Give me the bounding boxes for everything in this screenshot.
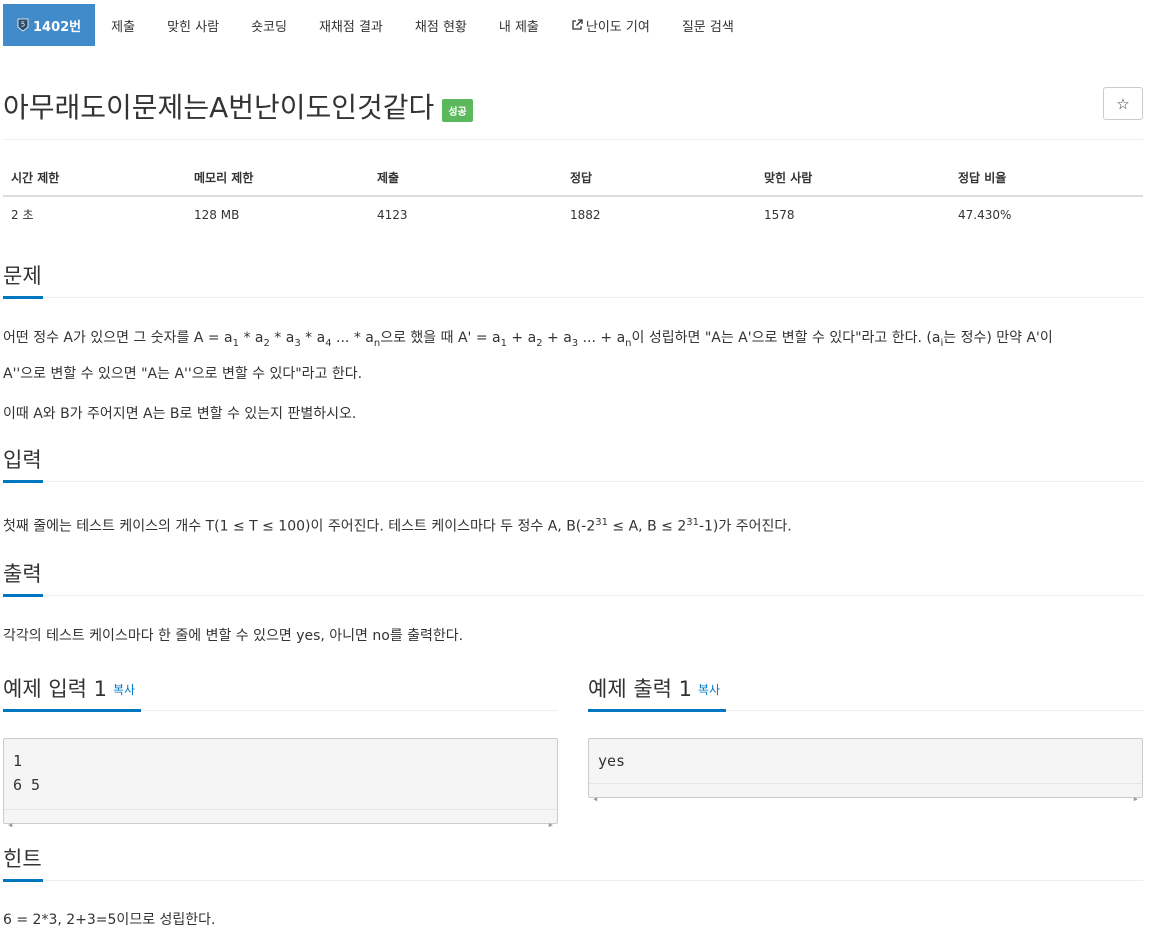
sample-output-box[interactable]: yes ◀ ▶ — [588, 738, 1143, 803]
hint-section-header: 힌트 — [3, 843, 1143, 882]
scroll-right-arrow-icon: ▶ — [1133, 795, 1138, 803]
section-underline — [3, 709, 141, 712]
output-description: 각각의 테스트 케이스마다 한 줄에 변할 수 있으면 yes, 아니면 no를… — [3, 596, 1143, 651]
info-header-submissions: 제출 — [369, 160, 562, 197]
section-underline — [3, 296, 43, 299]
section-underline — [588, 709, 726, 712]
section-underline — [3, 594, 43, 597]
info-header-solved-users: 맞힌 사람 — [756, 160, 950, 197]
problem-section: 문제 어떤 정수 A가 있으면 그 숫자를 A = a1 * a2 * a3 *… — [3, 260, 1143, 429]
favorite-star-button[interactable]: ☆ — [1103, 87, 1143, 120]
tab-solved-users-label: 맞힌 사람 — [167, 19, 220, 35]
sample-input-box[interactable]: 1 6 5 ◀ ▶ — [3, 738, 558, 829]
tab-rejudge-result[interactable]: 재채점 결과 — [303, 4, 399, 46]
tab-difficulty-contribution[interactable]: 난이도 기여 — [555, 4, 666, 46]
problem-title: 아무래도이문제는A번난이도인것같다 — [3, 91, 435, 124]
result-badge: 성공 — [442, 98, 473, 122]
info-header-accept-ratio: 정답 비율 — [950, 160, 1143, 197]
star-icon: ☆ — [1116, 94, 1130, 113]
tab-question-search-label: 질문 검색 — [681, 19, 734, 35]
tab-my-submissions-label: 내 제출 — [498, 19, 539, 35]
problem-section-title: 문제 — [3, 264, 42, 288]
input-section-title: 입력 — [3, 448, 42, 472]
problem-section-header: 문제 — [3, 260, 1143, 299]
tab-judge-status-label: 채점 현황 — [414, 19, 467, 35]
statement-paragraph-1: 어떤 정수 A가 있으면 그 숫자를 A = a1 * a2 * a3 * a4… — [3, 330, 1053, 382]
sample-input-text: 1 6 5 — [13, 752, 41, 794]
section-underline — [3, 879, 43, 882]
tab-solved-users[interactable]: 맞힌 사람 — [151, 4, 235, 46]
external-link-icon — [571, 19, 583, 31]
info-submissions: 4123 — [377, 207, 408, 222]
info-time-limit: 2 초 — [11, 208, 34, 222]
tab-problem[interactable]: 5 1402번 — [3, 4, 96, 46]
sample-input-title: 예제 입력 1 복사 — [3, 677, 136, 701]
info-memory-limit: 128 MB — [194, 207, 240, 222]
sample-input-header: 예제 입력 1 복사 — [3, 673, 558, 712]
sample-output-title: 예제 출력 1 복사 — [588, 677, 721, 701]
hint-description: 6 = 2*3, 2+3=5이므로 성립한다. — [3, 881, 1143, 935]
input-section: 입력 첫째 줄에는 테스트 케이스의 개수 T(1 ≤ T ≤ 100)이 주어… — [3, 444, 1143, 542]
horizontal-scrollbar[interactable]: ◀ ▶ — [589, 783, 1142, 803]
input-paragraph: 첫째 줄에는 테스트 케이스의 개수 T(1 ≤ T ≤ 100)이 주어진다.… — [3, 517, 792, 535]
scroll-left-arrow-icon: ◀ — [593, 795, 598, 803]
problem-tabs: 5 1402번 제출 맞힌 사람 숏코딩 재채점 결과 채점 현황 내 제출 난… — [3, 4, 750, 46]
info-header-row: 시간 제한 메모리 제한 제출 정답 맞힌 사람 정답 비율 — [3, 160, 1143, 197]
horizontal-scrollbar[interactable]: ◀ ▶ — [4, 809, 557, 829]
statement-paragraph-2: 이때 A와 B가 주어지면 A는 B로 변할 수 있는지 판별하시오. — [3, 405, 357, 422]
tab-submit[interactable]: 제출 — [95, 4, 151, 46]
info-solved-users: 1578 — [764, 207, 795, 222]
problem-header: 아무래도이문제는A번난이도인것같다 성공 ☆ — [3, 84, 1143, 140]
hint-section: 힌트 6 = 2*3, 2+3=5이므로 성립한다. — [3, 843, 1143, 935]
tier-badge-icon: 5 — [17, 18, 29, 32]
sample-output-text: yes — [598, 752, 626, 770]
tab-short-coding[interactable]: 숏코딩 — [235, 4, 303, 46]
info-header-time-limit: 시간 제한 — [3, 160, 186, 197]
output-paragraph: 각각의 테스트 케이스마다 한 줄에 변할 수 있으면 yes, 아니면 no를… — [3, 628, 464, 644]
tab-question-search[interactable]: 질문 검색 — [666, 4, 750, 46]
hint-paragraph: 6 = 2*3, 2+3=5이므로 성립한다. — [3, 912, 216, 928]
output-section-header: 출력 — [3, 558, 1143, 597]
problem-description: 어떤 정수 A가 있으면 그 숫자를 A = a1 * a2 * a3 * a4… — [3, 298, 1143, 429]
tab-my-submissions[interactable]: 내 제출 — [483, 4, 555, 46]
tab-rejudge-result-label: 재채점 결과 — [318, 19, 383, 35]
input-description: 첫째 줄에는 테스트 케이스의 개수 T(1 ≤ T ≤ 100)이 주어진다.… — [3, 482, 1143, 542]
info-value-row: 2 초 128 MB 4123 1882 1578 47.430% — [3, 196, 1143, 232]
output-section-title: 출력 — [3, 562, 42, 586]
tab-difficulty-contribution-label: 난이도 기여 — [585, 19, 650, 35]
info-accept-ratio: 47.430% — [958, 207, 1012, 222]
tab-problem-label: 1402번 — [33, 19, 82, 35]
scroll-left-arrow-icon: ◀ — [8, 821, 13, 829]
tab-short-coding-label: 숏코딩 — [251, 19, 287, 35]
input-section-header: 입력 — [3, 444, 1143, 483]
sample-input-copy-button[interactable]: 복사 — [113, 683, 135, 697]
sample-input-section: 예제 입력 1 복사 1 6 5 ◀ ▶ — [3, 673, 558, 829]
scroll-right-arrow-icon: ▶ — [548, 821, 553, 829]
info-header-memory-limit: 메모리 제한 — [186, 160, 369, 197]
problem-info-table: 시간 제한 메모리 제한 제출 정답 맞힌 사람 정답 비율 2 초 128 M… — [3, 160, 1143, 232]
tab-judge-status[interactable]: 채점 현황 — [399, 4, 483, 46]
section-underline — [3, 480, 43, 483]
info-accepted: 1882 — [570, 207, 601, 222]
svg-text:5: 5 — [21, 21, 25, 29]
hint-section-title: 힌트 — [3, 847, 42, 871]
sample-output-section: 예제 출력 1 복사 yes ◀ ▶ — [588, 673, 1143, 803]
tab-submit-label: 제출 — [111, 19, 136, 35]
output-section: 출력 각각의 테스트 케이스마다 한 줄에 변할 수 있으면 yes, 아니면 … — [3, 558, 1143, 651]
problem-title-row: 아무래도이문제는A번난이도인것같다 성공 — [3, 86, 473, 126]
info-header-accepted: 정답 — [562, 160, 756, 197]
sample-output-header: 예제 출력 1 복사 — [588, 673, 1143, 712]
sample-output-copy-button[interactable]: 복사 — [698, 683, 720, 697]
